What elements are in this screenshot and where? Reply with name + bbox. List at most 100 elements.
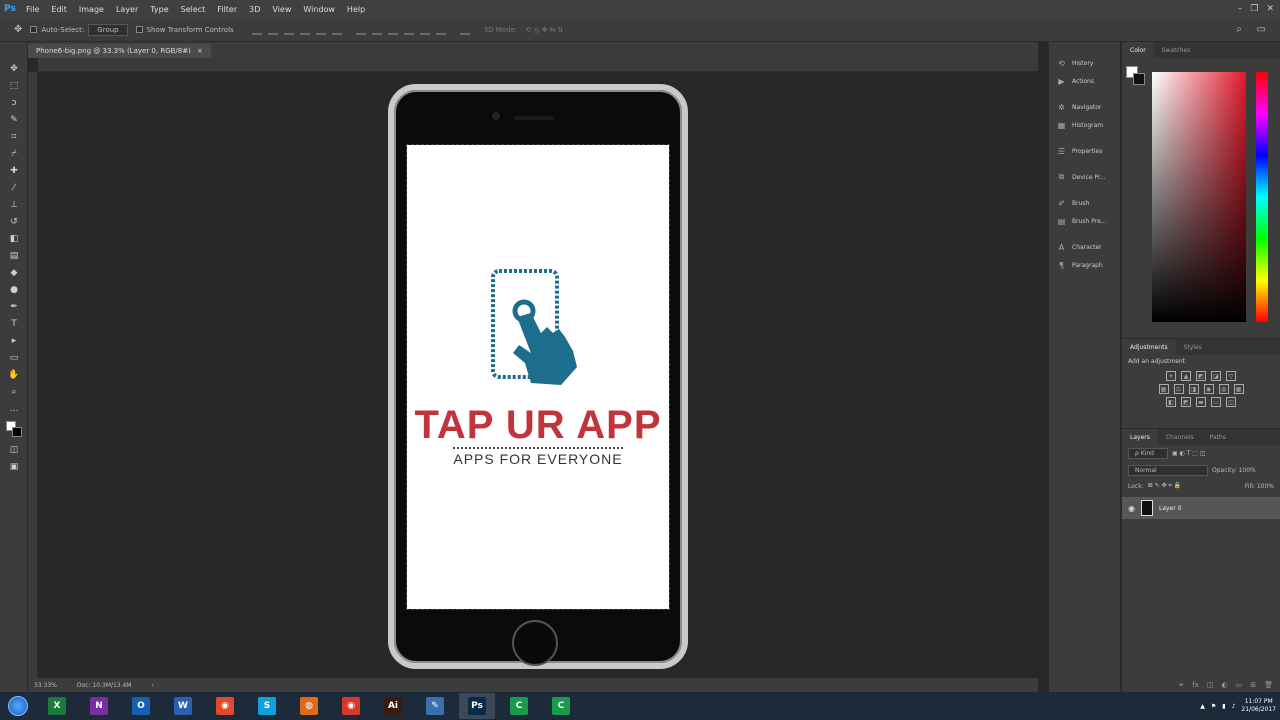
status-menu-arrow[interactable]: › [152, 682, 154, 689]
gradient-map-icon[interactable]: ▭ [1211, 397, 1221, 407]
start-button[interactable] [0, 692, 36, 720]
vibrance-icon[interactable]: ▽ [1226, 371, 1236, 381]
new-group-icon[interactable]: ▭ [1236, 681, 1243, 689]
crop-tool-icon[interactable]: ⌗ [4, 128, 24, 145]
healing-brush-tool-icon[interactable]: ✚ [4, 162, 24, 179]
menu-3d[interactable]: 3D [243, 5, 266, 14]
color-balance-icon[interactable]: ⚖ [1173, 384, 1184, 394]
add-mask-icon[interactable]: ◫ [1207, 681, 1214, 689]
auto-select-dropdown[interactable]: Group [88, 23, 128, 36]
tab-channels[interactable]: Channels [1158, 429, 1202, 445]
menu-select[interactable]: Select [175, 5, 212, 14]
color-spectrum[interactable] [1152, 72, 1246, 322]
tab-paths[interactable]: Paths [1202, 429, 1234, 445]
align-right-icon[interactable] [331, 25, 342, 35]
kind-filter-dropdown[interactable]: ρ Kind [1128, 448, 1168, 459]
filter-icons[interactable]: ▣ ◐ T ⬚ ◫ [1172, 450, 1206, 457]
menu-window[interactable]: Window [297, 5, 341, 14]
tab-styles[interactable]: Styles [1176, 339, 1210, 355]
quick-select-tool-icon[interactable]: ✎ [4, 111, 24, 128]
close-icon[interactable]: ✕ [1266, 4, 1274, 14]
align-top-icon[interactable] [251, 25, 262, 35]
taskbar-app-button[interactable]: Ps [459, 693, 495, 719]
taskbar-app-button[interactable]: Ai [375, 693, 411, 719]
menu-filter[interactable]: Filter [211, 5, 243, 14]
clock[interactable]: 11:07 PM 21/06/2017 [1241, 698, 1276, 714]
canvas-area[interactable]: TAP UR APP APPS FOR EVERYONE ➤ [38, 72, 1038, 678]
delete-layer-icon[interactable]: 🗑 [1264, 681, 1273, 689]
close-tab-icon[interactable]: × [197, 47, 203, 55]
hand-tool-icon[interactable]: ✋ [4, 366, 24, 383]
gradient-tool-icon[interactable]: ▤ [4, 247, 24, 264]
background-swatch[interactable] [1133, 73, 1145, 85]
document-tab[interactable]: Phone6-big.png @ 33.3% (Layer 0, RGB/8#)… [28, 44, 211, 58]
transform-controls-checkbox[interactable] [135, 26, 143, 33]
eraser-tool-icon[interactable]: ◧ [4, 230, 24, 247]
align-middle-icon[interactable] [267, 25, 278, 35]
exposure-icon[interactable]: ◪ [1211, 371, 1221, 381]
tab-color[interactable]: Color [1122, 42, 1154, 58]
visibility-eye-icon[interactable]: ◉ [1128, 504, 1135, 513]
menu-help[interactable]: Help [341, 5, 371, 14]
link-layers-icon[interactable]: ⚭ [1178, 681, 1184, 689]
threshold-icon[interactable]: ▬ [1196, 397, 1206, 407]
posterize-icon[interactable]: ◩ [1181, 397, 1191, 407]
new-layer-icon[interactable]: ⊞ [1250, 681, 1256, 689]
taskbar-app-button[interactable]: C [543, 693, 579, 719]
dock-histogram[interactable]: ▦ Histogram [1049, 116, 1120, 134]
black-white-icon[interactable]: ◨ [1188, 384, 1199, 394]
dock-actions[interactable]: ▶ Actions [1049, 72, 1120, 90]
eyedropper-tool-icon[interactable]: ⌿ [4, 145, 24, 162]
quick-mask-icon[interactable]: ◫ [4, 441, 24, 458]
color-lookup-icon[interactable]: ▦ [1233, 384, 1244, 394]
fill-field[interactable]: Fill: 100% [1245, 483, 1274, 490]
menu-type[interactable]: Type [144, 5, 174, 14]
taskbar-app-button[interactable]: O [123, 693, 159, 719]
dodge-tool-icon[interactable]: ● [4, 281, 24, 298]
distribute-left-icon[interactable] [403, 25, 414, 35]
zoom-level[interactable]: 33.33% [34, 682, 57, 689]
taskbar-app-button[interactable]: ✎ [417, 693, 453, 719]
menu-layer[interactable]: Layer [110, 5, 144, 14]
distribute-bottom-icon[interactable] [387, 25, 398, 35]
distribute-center-icon[interactable] [419, 25, 430, 35]
shape-tool-icon[interactable]: ▭ [4, 349, 24, 366]
volume-icon[interactable]: ♪ [1232, 703, 1236, 710]
levels-icon[interactable]: ▲ [1181, 371, 1191, 381]
dock-brush-presets[interactable]: ▤ Brush Pre... [1049, 212, 1120, 230]
brush-tool-icon[interactable]: ⁄ [4, 179, 24, 196]
pen-tool-icon[interactable]: ✒ [4, 298, 24, 315]
hue-saturation-icon[interactable]: ▦ [1158, 384, 1169, 394]
path-select-tool-icon[interactable]: ▸ [4, 332, 24, 349]
dock-paragraph[interactable]: ¶ Paragraph [1049, 256, 1120, 274]
taskbar-app-button[interactable]: ◉ [207, 693, 243, 719]
3d-orbit-icon[interactable]: ⟲ ◎ ✥ ⇆ ⇅ [525, 26, 563, 34]
distribute-right-icon[interactable] [435, 25, 446, 35]
distribute-top-icon[interactable] [355, 25, 366, 35]
clone-stamp-tool-icon[interactable]: ⊥ [4, 196, 24, 213]
align-left-icon[interactable] [299, 25, 310, 35]
menu-file[interactable]: File [20, 5, 45, 14]
tray-arrow-icon[interactable]: ▲ [1200, 703, 1205, 710]
color-swatch-icon[interactable] [4, 417, 24, 441]
hue-slider[interactable] [1256, 72, 1268, 322]
lock-icons[interactable]: ⊠ ✎ ✥ ⌗ 🔒 [1148, 482, 1182, 490]
align-bottom-icon[interactable] [283, 25, 294, 35]
dock-character[interactable]: A Character [1049, 238, 1120, 256]
taskbar-app-button[interactable]: S [249, 693, 285, 719]
menu-edit[interactable]: Edit [45, 5, 73, 14]
move-tool-icon[interactable]: ✥ [14, 24, 22, 35]
fx-icon[interactable]: fx [1192, 681, 1199, 689]
curves-icon[interactable]: ◩ [1196, 371, 1206, 381]
taskbar-app-button[interactable]: C [501, 693, 537, 719]
align-center-icon[interactable] [315, 25, 326, 35]
blur-tool-icon[interactable]: ◆ [4, 264, 24, 281]
blend-mode-dropdown[interactable]: Normal [1128, 465, 1208, 476]
search-icon[interactable]: ⌕ [1236, 24, 1242, 35]
tab-swatches[interactable]: Swatches [1154, 42, 1199, 58]
screen-mode-icon[interactable]: ▣ [4, 458, 24, 475]
more-tools-icon[interactable]: … [4, 400, 24, 417]
fg-bg-swatch-icon[interactable] [1126, 66, 1146, 86]
move-tool-icon[interactable]: ✥ [4, 60, 24, 77]
selective-color-icon[interactable]: ◫ [1226, 397, 1236, 407]
